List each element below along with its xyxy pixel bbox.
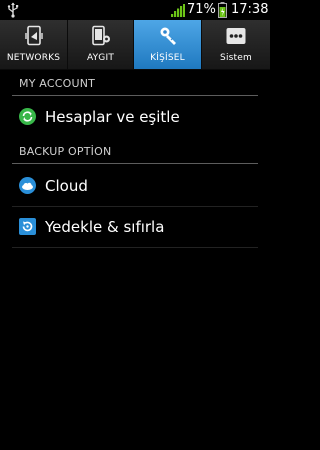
list-item-cloud[interactable]: Cloud bbox=[0, 166, 270, 206]
cloud-label: Cloud bbox=[45, 177, 88, 195]
battery-icon bbox=[218, 2, 227, 18]
list-item-accounts-sync[interactable]: Hesaplar ve eşitle bbox=[0, 97, 270, 137]
battery-percent: 71% bbox=[187, 2, 216, 17]
section-header-backup: BACKUP OPTİON bbox=[19, 145, 112, 158]
personal-icon bbox=[160, 27, 176, 45]
device-icon bbox=[92, 25, 110, 46]
section-divider bbox=[12, 95, 258, 96]
tab-networks[interactable]: NETWORKS bbox=[0, 20, 68, 69]
sync-icon bbox=[19, 108, 36, 125]
item-divider bbox=[12, 247, 258, 248]
list-item-backup-reset[interactable]: Yedekle & sıfırla bbox=[0, 207, 270, 247]
networks-icon bbox=[25, 25, 43, 46]
signal-icon bbox=[171, 4, 185, 17]
section-divider bbox=[12, 163, 258, 164]
more-icon bbox=[226, 28, 246, 44]
tab-bar: NETWORKS AYGIT KİŞİSEL Sistem bbox=[0, 20, 270, 70]
status-bar: 71% 17:38 bbox=[0, 0, 270, 20]
usb-icon bbox=[7, 2, 19, 18]
backup-reset-icon bbox=[19, 218, 36, 235]
section-header-my-account: MY ACCOUNT bbox=[19, 77, 96, 90]
tab-sistem[interactable]: Sistem bbox=[202, 20, 270, 69]
tab-networks-label: NETWORKS bbox=[6, 53, 61, 63]
tab-kisisel[interactable]: KİŞİSEL bbox=[134, 20, 202, 69]
tab-aygit[interactable]: AYGIT bbox=[68, 20, 134, 69]
tab-sistem-label: Sistem bbox=[220, 53, 252, 63]
cloud-icon bbox=[19, 177, 36, 194]
backup-reset-label: Yedekle & sıfırla bbox=[45, 218, 165, 236]
tab-kisisel-label: KİŞİSEL bbox=[150, 53, 185, 63]
accounts-sync-label: Hesaplar ve eşitle bbox=[45, 108, 180, 126]
clock: 17:38 bbox=[231, 2, 269, 17]
tab-aygit-label: AYGIT bbox=[86, 53, 115, 63]
